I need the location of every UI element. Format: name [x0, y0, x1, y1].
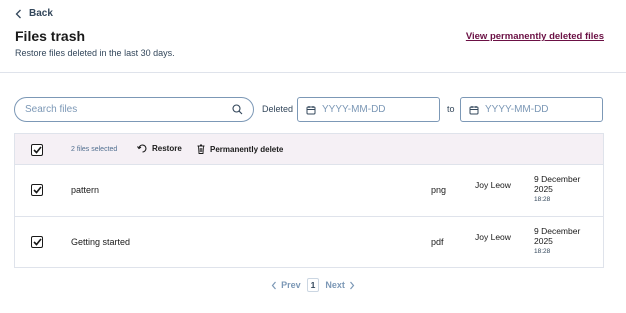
files-table: 2 files selected Restore Permanently del…: [14, 133, 604, 268]
to-label: to: [447, 104, 455, 114]
selected-count: 2 files selected: [71, 146, 118, 153]
table-header: 2 files selected Restore Permanently del…: [15, 134, 603, 165]
restore-button[interactable]: Restore: [137, 144, 182, 153]
prev-page-button[interactable]: Prev: [271, 280, 301, 290]
row-checkbox[interactable]: [31, 236, 43, 248]
chevron-right-icon: [349, 281, 355, 289]
deleted-label: Deleted: [262, 104, 294, 114]
permanently-delete-label: Permanently delete: [210, 144, 284, 154]
date-to-placeholder: YYYY-MM-DD: [485, 104, 549, 115]
file-owner: Joy Leow: [475, 180, 511, 190]
permanently-delete-button[interactable]: Permanently delete: [197, 144, 283, 154]
deleted-date: 9 December 2025: [534, 174, 581, 194]
date-to-input[interactable]: YYYY-MM-DD: [460, 97, 603, 122]
deleted-time: 18:28: [534, 196, 551, 203]
back-label: Back: [29, 8, 53, 19]
page-title: Files trash: [15, 28, 86, 44]
pagination: Prev 1 Next: [0, 278, 626, 292]
file-owner: Joy Leow: [475, 232, 511, 242]
calendar-icon: [306, 105, 316, 114]
prev-label: Prev: [281, 280, 301, 290]
trash-icon: [197, 144, 205, 154]
file-name: Getting started: [71, 237, 131, 247]
header-divider: [0, 72, 626, 73]
search-placeholder: Search files: [25, 104, 78, 115]
checkmark-icon: [32, 146, 42, 154]
deleted-date: 9 December 2025: [534, 226, 581, 246]
chevron-left-icon: [271, 281, 277, 289]
undo-icon: [137, 144, 147, 153]
next-label: Next: [325, 280, 345, 290]
deleted-time: 18:28: [534, 248, 551, 255]
current-page-button[interactable]: 1: [306, 278, 320, 292]
row-checkbox[interactable]: [31, 184, 43, 196]
chevron-left-icon: [15, 9, 21, 18]
file-name: pattern: [71, 185, 100, 195]
restore-label: Restore: [152, 144, 182, 153]
search-input[interactable]: Search files: [14, 97, 254, 122]
checkmark-icon: [32, 238, 42, 246]
calendar-icon: [469, 105, 479, 114]
next-page-button[interactable]: Next: [325, 280, 355, 290]
file-type: pdf: [431, 237, 444, 247]
page-subtitle: Restore files deleted in the last 30 day…: [15, 48, 175, 58]
select-all-checkbox[interactable]: [31, 144, 43, 156]
view-permanently-deleted-link[interactable]: View permanently deleted files: [466, 31, 604, 42]
file-type: png: [431, 185, 447, 195]
checkmark-icon: [32, 186, 42, 194]
search-icon: [232, 104, 243, 115]
table-row[interactable]: Getting started pdf Joy Leow 9 December …: [15, 217, 603, 269]
date-from-input[interactable]: YYYY-MM-DD: [297, 97, 440, 122]
back-button[interactable]: Back: [15, 8, 53, 19]
date-from-placeholder: YYYY-MM-DD: [322, 104, 386, 115]
table-row[interactable]: pattern png Joy Leow 9 December 2025 18:…: [15, 165, 603, 217]
